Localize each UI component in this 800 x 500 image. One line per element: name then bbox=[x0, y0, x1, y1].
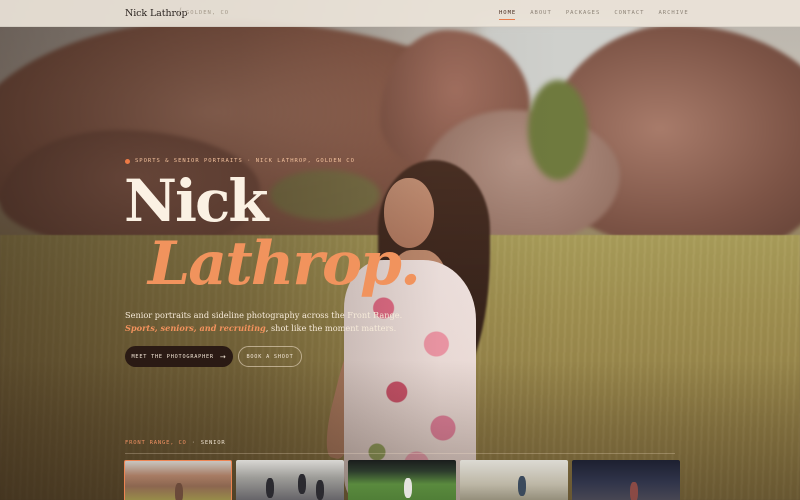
gallery-thumbnail-5[interactable] bbox=[572, 460, 680, 500]
nav-link-home[interactable]: HOME bbox=[499, 10, 516, 20]
thumb-figure bbox=[316, 480, 324, 500]
thumb-figure bbox=[175, 483, 183, 500]
thumb-figure bbox=[266, 478, 274, 498]
meet-photographer-label: MEET THE PHOTOGRAPHER bbox=[131, 353, 214, 360]
gallery-thumbnail-4[interactable] bbox=[460, 460, 568, 500]
lede-rest: , shot like the moment matters. bbox=[265, 322, 397, 333]
gallery-thumbnail-3[interactable] bbox=[348, 460, 456, 500]
eyebrow-text: SPORTS & SENIOR PORTRAITS · NICK LATHROP… bbox=[135, 158, 355, 164]
nav-links: HOME ABOUT PACKAGES CONTACT ARCHIVE bbox=[499, 10, 703, 20]
hero-title-last: Lathrop. bbox=[148, 229, 421, 299]
nav-link-archive[interactable]: ARCHIVE bbox=[659, 10, 689, 16]
thumb-figure bbox=[518, 476, 526, 496]
eyebrow-dot-icon bbox=[125, 158, 130, 164]
hero-title-first: Nick bbox=[124, 167, 269, 235]
meet-photographer-button[interactable]: MEET THE PHOTOGRAPHER → bbox=[125, 346, 233, 367]
lede-accent: Sports, seniors, and recruiting bbox=[125, 322, 266, 333]
nav-link-packages[interactable]: PACKAGES bbox=[566, 10, 601, 16]
strip-separator: · bbox=[191, 440, 196, 446]
gallery-thumbnail-2[interactable] bbox=[236, 460, 344, 500]
hero-lede: Senior portraits and sideline photograph… bbox=[125, 309, 425, 334]
book-shoot-label: BOOK A SHOOT bbox=[246, 353, 294, 360]
strip-location: FRONT RANGE, CO bbox=[125, 440, 187, 446]
thumb-figure bbox=[630, 482, 638, 500]
book-shoot-button[interactable]: BOOK A SHOOT bbox=[238, 346, 302, 367]
thumb-figure bbox=[404, 478, 412, 498]
thumb-figure bbox=[298, 474, 306, 494]
nav-link-contact[interactable]: CONTACT bbox=[614, 10, 644, 16]
brand-location: GOLDEN, CO bbox=[186, 10, 230, 16]
hero-eyebrow: SPORTS & SENIOR PORTRAITS · NICK LATHROP… bbox=[125, 158, 355, 164]
gallery-thumbnails bbox=[124, 460, 680, 500]
strip-category[interactable]: SENIOR bbox=[201, 440, 226, 446]
brand-separator: / bbox=[178, 7, 182, 18]
nav-link-about[interactable]: ABOUT bbox=[530, 10, 552, 16]
lede-line-1: Senior portraits and sideline photograph… bbox=[125, 310, 403, 320]
top-nav: Nick Lathrop / GOLDEN, CO HOME ABOUT PAC… bbox=[0, 0, 800, 27]
gallery-thumbnail-1[interactable] bbox=[124, 460, 232, 500]
arrow-right-icon: → bbox=[219, 352, 227, 361]
gallery-strip-label: FRONT RANGE, CO · SENIOR bbox=[125, 440, 225, 446]
strip-divider bbox=[125, 453, 675, 454]
